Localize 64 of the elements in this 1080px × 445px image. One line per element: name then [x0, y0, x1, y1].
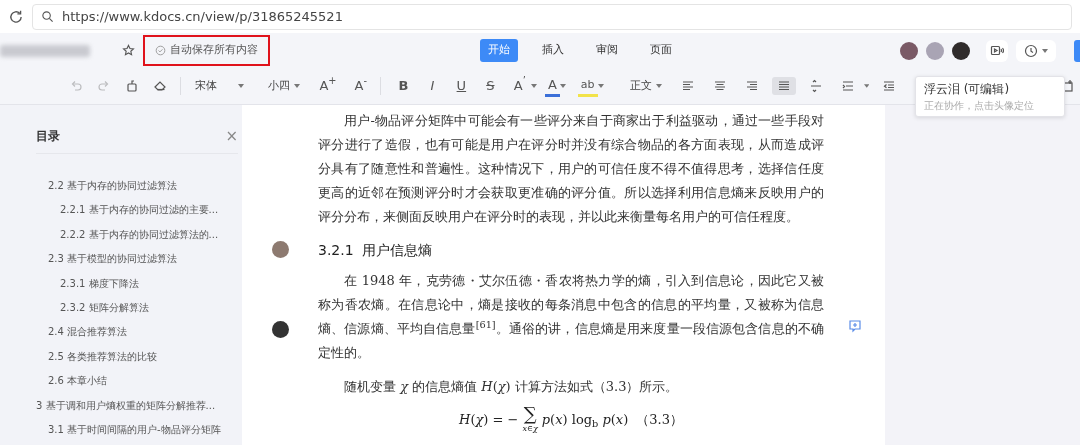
star-icon[interactable]	[122, 44, 135, 57]
toc-item[interactable]: 2.5 各类推荐算法的比较	[36, 344, 238, 370]
ribbon-tab[interactable]: 审阅	[588, 39, 626, 62]
align-justify-icon[interactable]	[776, 79, 791, 93]
caret-icon	[655, 84, 662, 88]
toc-item[interactable]: 3 基于调和用户熵权重的矩阵分解推荐...	[36, 393, 238, 418]
toc-item[interactable]: 2.3.2 矩阵分解算法	[36, 295, 238, 321]
paragraph: 随机变量 χ 的信息熵值 H(χ) 计算方法如式（3.3）所示。	[343, 378, 680, 396]
underline-button[interactable]: U	[450, 75, 472, 97]
toc-item[interactable]: 2.2.1 基于内存的协同过滤的主要...	[36, 198, 238, 223]
size-select[interactable]: 小四	[262, 76, 307, 96]
tooltip-hint: 正在协作，点击头像定位	[924, 99, 1035, 113]
toc-item[interactable]: 2.2 基于内存的协同过滤算法	[36, 174, 238, 199]
paragraph: 在 1948 年，克劳德・艾尔伍德・香农将热力学的熵，引入到信息论，因此它又被称为香农熵。在信息论中，熵是接收的每条消息中包含的信息的平均量，又被称为信息熵、信源熵、平均自信息量$^{[61]}$。通俗的讲，信息熵是用来度量一段信源包含信息的不确定性的。	[318, 272, 824, 362]
italic-button[interactable]: I	[421, 75, 443, 97]
format-painter-icon[interactable]	[125, 79, 139, 93]
eraser-icon[interactable]	[153, 79, 167, 93]
font-color-button[interactable]: A	[544, 75, 560, 97]
toc-item[interactable]: 2.4 混合推荐算法	[36, 320, 238, 345]
ribbon-tab[interactable]: 页面	[642, 39, 680, 62]
toc-item[interactable]: 3.1 基于时间间隔的用户-物品评分矩阵	[36, 417, 238, 443]
align-right-icon[interactable]	[744, 79, 759, 93]
avatar[interactable]	[952, 41, 970, 60]
history-dropdown[interactable]	[1016, 39, 1056, 62]
check-circle-icon	[155, 45, 166, 56]
style-select[interactable]: 正文	[623, 76, 668, 96]
section-heading: 3.2.1 用户信息熵	[318, 241, 433, 260]
search-icon	[41, 10, 54, 23]
button-edge[interactable]	[1074, 39, 1080, 62]
align-left-icon[interactable]	[680, 79, 695, 93]
paragraph: 用户-物品评分矩阵中可能会有一些评分来自于商家出于利益驱动，通过一些手段对评分进行了造假，也有可能是用户在评分时并没有综合物品的各方面表现，从而造成评分具有了随意性和普遍性。这种情况下，用户的可信任度不得不值得思考，选择信任度更高的近邻在预测评分时才会获取更准确的评分值。所以选择利用信息熵来反映用户的评分分布，来侧面反映用户在评分时的表现，并以此来衡量每名用户的可信任程度。	[318, 112, 824, 226]
highlight-button[interactable]: ab	[577, 75, 598, 97]
decrease-font-button[interactable]: A$^{-}$	[349, 75, 372, 97]
align-justify-button[interactable]	[771, 77, 796, 95]
formula: H(χ) = − ∑ x∈χ p(x) log$_{b}$ p(x) （3.3）	[458, 405, 684, 435]
toc-item[interactable]: 2.6 本章小结	[36, 369, 238, 394]
toc-title: 目录	[36, 128, 60, 145]
caret-icon	[597, 84, 604, 88]
toc-item[interactable]: 2.3.1 梯度下降法	[36, 271, 238, 296]
text-effects-button[interactable]: A$^{’}$	[508, 75, 531, 97]
reload-icon[interactable]	[8, 8, 24, 25]
autosave-status: 自动保存所有内容	[143, 35, 270, 66]
caret-icon	[294, 84, 301, 88]
clock-icon	[1024, 43, 1038, 58]
caret-icon	[559, 84, 566, 88]
avatar[interactable]	[900, 41, 918, 60]
strike-button[interactable]: S	[479, 75, 501, 97]
toc-item[interactable]: 2.2.2 基于内存的协同过滤算法的...	[36, 222, 238, 248]
align-center-icon[interactable]	[712, 79, 727, 93]
collaborator-avatar[interactable]	[272, 321, 289, 338]
caret-icon	[863, 84, 869, 88]
caret-icon	[238, 84, 245, 88]
bold-button[interactable]: B	[392, 75, 414, 97]
ribbon-tab[interactable]: 插入	[534, 39, 572, 62]
decrease-indent-icon[interactable]	[882, 79, 896, 93]
tooltip-title: 浮云泪 (可编辑)	[924, 81, 1011, 98]
address-bar[interactable]: https://www.kdocs.cn/view/p/31865245521	[32, 3, 1072, 30]
caret-icon	[1042, 48, 1048, 53]
presentation-icon[interactable]	[990, 43, 1004, 58]
line-spacing-icon[interactable]	[808, 79, 823, 93]
font-select[interactable]: 宋体	[188, 76, 251, 96]
toc-item[interactable]: 2.3 基于模型的协同过滤算法	[36, 247, 238, 272]
increase-font-button[interactable]: A$^{+}$	[314, 75, 342, 97]
caret-icon	[530, 84, 537, 88]
